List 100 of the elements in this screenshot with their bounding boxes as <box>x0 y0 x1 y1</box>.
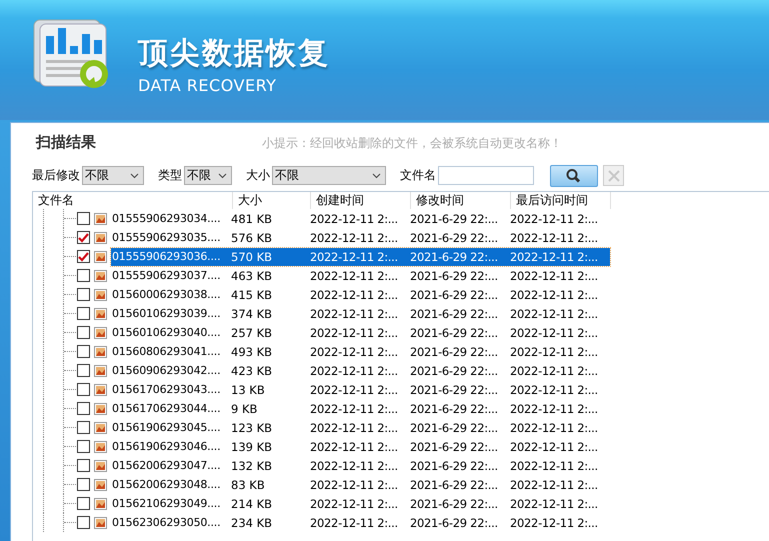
file-name-cell-text: 01561906293045.... <box>111 421 222 434</box>
table-cell-text: 2021-6-29 22:... <box>410 420 499 434</box>
checkbox[interactable] <box>77 288 90 301</box>
table-cell-text: 2022-12-11 2:... <box>510 402 599 416</box>
table-row[interactable]: 01555906293036.... 570 KB 2022-12-11 2:... 2021-6-29 22:... 2022-12-11 2:... <box>111 248 610 266</box>
filter-dropdown[interactable]: 不限 <box>184 166 232 185</box>
table-cell-text: 2022-12-11 2:... <box>510 326 599 340</box>
table-cell-text: 2022-12-11 2:... <box>510 382 599 396</box>
table-cell-text: 2021-6-29 22:... <box>410 364 499 378</box>
table-row[interactable]: 01562106293049.... 214 KB 2022-12-11 2:... 2021-6-29 22:... 2022-12-11 2:... <box>111 494 610 512</box>
table-cell-text: 2022-12-11 2:... <box>310 382 399 396</box>
table-cell-text: 2021-6-29 22:... <box>410 382 499 396</box>
chevron-down-icon <box>372 172 381 178</box>
table-cell-text: 2022-12-11 2:... <box>310 268 399 282</box>
table-cell-text: 2022-12-11 2:... <box>510 478 599 492</box>
search-button[interactable] <box>550 164 598 186</box>
checkbox[interactable] <box>77 250 90 263</box>
filter-label: 文件名 <box>400 167 436 184</box>
table-cell-text: 132 KB <box>231 458 274 472</box>
table-cell-text: 2022-12-11 2:... <box>310 516 399 530</box>
table-cell-text: 9 KB <box>231 402 258 416</box>
table-cell-text: 2021-6-29 22:... <box>410 496 499 510</box>
filter-dropdown[interactable]: 不限 <box>82 166 144 185</box>
table-cell-text: 2022-12-11 2:... <box>510 230 599 244</box>
table-cell-text: 2022-12-11 2:... <box>310 478 399 492</box>
checkbox[interactable] <box>77 364 90 377</box>
column-header[interactable]: 创建时间 <box>311 192 411 209</box>
table-row[interactable]: 01560906293042.... 423 KB 2022-12-11 2:... 2021-6-29 22:... 2022-12-11 2:... <box>111 362 610 380</box>
column-header[interactable]: 修改时间 <box>411 192 511 209</box>
table-cell-text: 576 KB <box>231 230 274 244</box>
table-row[interactable]: 01561906293045.... 123 KB 2022-12-11 2:... 2021-6-29 22:... 2022-12-11 2:... <box>111 418 610 436</box>
file-name-cell-text: 01560806293041.... <box>111 345 222 358</box>
image-file-icon <box>94 250 107 262</box>
checkbox[interactable] <box>77 269 90 282</box>
table-row[interactable]: 01562006293047.... 132 KB 2022-12-11 2:... 2021-6-29 22:... 2022-12-11 2:... <box>111 456 610 474</box>
table-cell-text: 2022-12-11 2:... <box>510 250 599 264</box>
checkbox[interactable] <box>77 459 90 472</box>
table-cell-text: 2021-6-29 22:... <box>410 326 499 340</box>
checkbox[interactable] <box>77 231 90 244</box>
checkbox[interactable] <box>77 516 90 529</box>
table-cell-text: 2021-6-29 22:... <box>410 478 499 492</box>
table-cell-text: 2022-12-11 2:... <box>510 306 599 320</box>
checkbox[interactable] <box>77 440 90 453</box>
table-cell-text: 139 KB <box>231 440 274 454</box>
filename-field[interactable] <box>438 166 534 185</box>
checkbox[interactable] <box>77 421 90 434</box>
column-header[interactable]: 大小 <box>233 192 311 209</box>
table-cell-text: 2021-6-29 22:... <box>410 306 499 320</box>
table-row[interactable]: 01561906293046.... 139 KB 2022-12-11 2:... 2021-6-29 22:... 2022-12-11 2:... <box>111 438 610 456</box>
table-cell-text: 463 KB <box>231 268 274 282</box>
table-row[interactable]: 01555906293035.... 576 KB 2022-12-11 2:... 2021-6-29 22:... 2022-12-11 2:... <box>111 228 610 246</box>
checkbox[interactable] <box>77 402 90 415</box>
checkbox[interactable] <box>77 383 90 396</box>
hint-text: 小提示：经回收站删除的文件，会被系统自动更改名称！ <box>262 135 562 152</box>
image-file-icon <box>94 402 107 414</box>
table-row[interactable]: 01555906293034.... 481 KB 2022-12-11 2:... 2021-6-29 22:... 2022-12-11 2:... <box>111 210 610 228</box>
app-subtitle: DATA RECOVERY <box>138 76 278 95</box>
table-row[interactable]: 01561706293044.... 9 KB 2022-12-11 2:... 2021-6-29 22:... 2022-12-11 2:... <box>111 400 610 418</box>
image-file-icon <box>94 308 107 320</box>
table-row[interactable]: 01561706293043.... 13 KB 2022-12-11 2:... 2021-6-29 22:... 2022-12-11 2:... <box>111 380 610 398</box>
checkbox[interactable] <box>77 212 90 225</box>
table-row[interactable]: 01560806293041.... 493 KB 2022-12-11 2:... 2021-6-29 22:... 2022-12-11 2:... <box>111 342 610 360</box>
filter-label: 最后修改 <box>32 167 80 184</box>
image-file-icon <box>94 346 107 358</box>
table-cell-text: 2022-12-11 2:... <box>510 344 599 358</box>
checkbox[interactable] <box>77 307 90 320</box>
file-name-cell-text: 01562306293050.... <box>111 516 222 529</box>
file-name-cell-text: 01560906293042.... <box>111 364 222 377</box>
filter-dropdown[interactable]: 不限 <box>272 166 386 185</box>
checkbox[interactable] <box>77 497 90 510</box>
table-cell-text: 2022-12-11 2:... <box>310 288 399 302</box>
table-cell-text: 2022-12-11 2:... <box>310 212 399 226</box>
table-cell-text: 2021-6-29 22:... <box>410 230 499 244</box>
column-header[interactable]: 文件名 <box>33 192 233 209</box>
checkbox[interactable] <box>77 345 90 358</box>
table-row[interactable]: 01562006293048.... 83 KB 2022-12-11 2:... 2021-6-29 22:... 2022-12-11 2:... <box>111 476 610 494</box>
table-row[interactable]: 01560106293040.... 257 KB 2022-12-11 2:... 2021-6-29 22:... 2022-12-11 2:... <box>111 324 610 342</box>
table-row[interactable]: 01560106293039.... 374 KB 2022-12-11 2:... 2021-6-29 22:... 2022-12-11 2:... <box>111 304 610 322</box>
table-row[interactable]: 01555906293037.... 463 KB 2022-12-11 2:... 2021-6-29 22:... 2022-12-11 2:... <box>111 266 610 284</box>
file-name-cell-text: 01561706293043.... <box>111 383 222 396</box>
table-row[interactable]: 01560006293038.... 415 KB 2022-12-11 2:... 2021-6-29 22:... 2022-12-11 2:... <box>111 286 610 304</box>
checkbox[interactable] <box>77 326 90 339</box>
chevron-down-icon <box>130 172 139 178</box>
table-cell-text: 2021-6-29 22:... <box>410 250 499 264</box>
column-header[interactable]: 最后访问时间 <box>511 192 611 209</box>
search-icon <box>565 168 583 184</box>
table-cell-text: 257 KB <box>231 326 274 340</box>
file-name-cell-text: 01560006293038.... <box>111 288 222 301</box>
image-file-icon <box>94 498 107 510</box>
filter-label: 类型 <box>158 167 182 184</box>
image-file-icon <box>94 478 107 490</box>
table-cell-text: 2022-12-11 2:... <box>310 230 399 244</box>
table-cell-text: 13 KB <box>231 382 266 396</box>
checkbox[interactable] <box>77 478 90 491</box>
file-name-cell-text: 01555906293036.... <box>111 250 222 263</box>
table-cell-text: 2022-12-11 2:... <box>310 250 399 264</box>
table-cell-text: 2021-6-29 22:... <box>410 344 499 358</box>
image-file-icon <box>94 460 107 472</box>
table-row[interactable]: 01562306293050.... 234 KB 2022-12-11 2:... 2021-6-29 22:... 2022-12-11 2:... <box>111 514 610 532</box>
image-file-icon <box>94 364 107 376</box>
